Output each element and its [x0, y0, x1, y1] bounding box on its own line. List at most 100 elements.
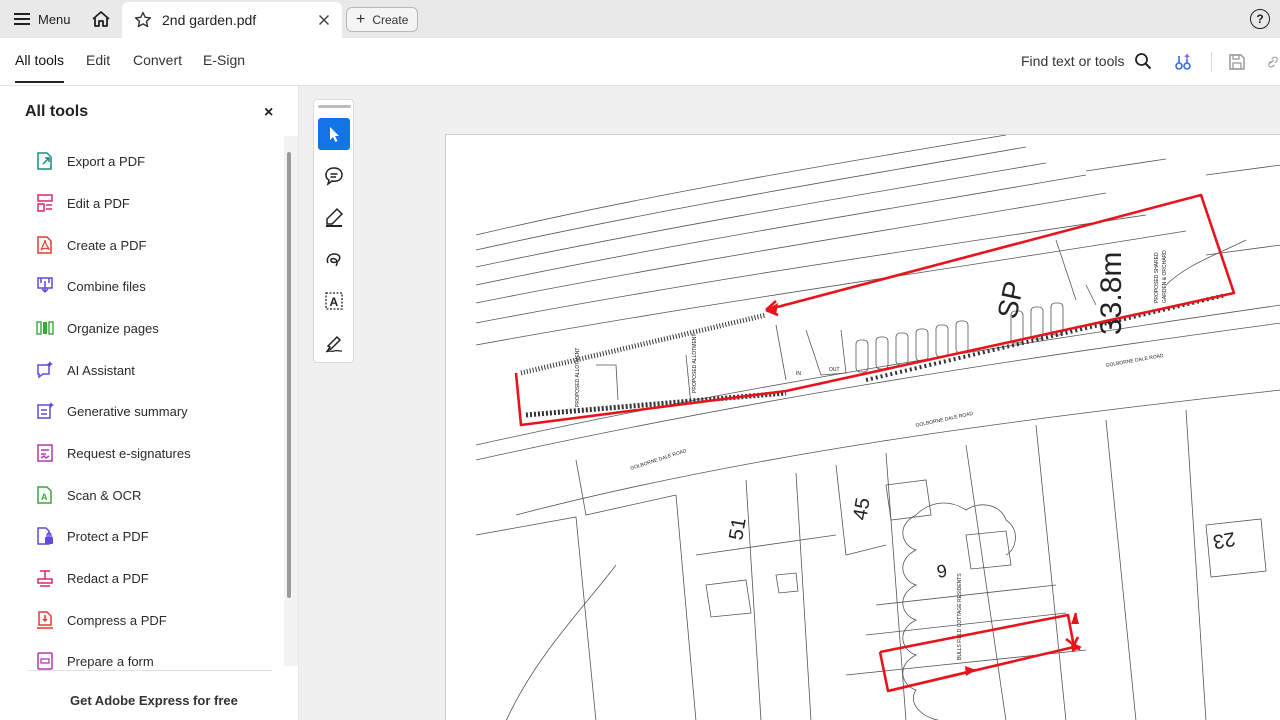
share-link-icon[interactable] [1266, 50, 1280, 74]
get-adobe-express-link[interactable]: Get Adobe Express for free [70, 693, 238, 708]
svg-text:A: A [41, 492, 48, 502]
label-plot-51: 51 [725, 516, 751, 542]
second-garden-annotation [878, 613, 1076, 693]
label-out: OUT [829, 367, 840, 373]
tool-edit-pdf[interactable]: Edit a PDF [36, 191, 130, 215]
text-box-icon: A [325, 292, 343, 310]
document-tab-title: 2nd garden.pdf [162, 12, 257, 28]
save-icon[interactable] [1225, 50, 1249, 74]
sign-icon [325, 335, 343, 353]
tool-label: Generative summary [67, 403, 188, 419]
label-in: IN [796, 371, 801, 377]
document-tab[interactable]: 2nd garden.pdf [122, 2, 342, 38]
tab-convert[interactable]: Convert [133, 52, 182, 68]
tab-bar: Menu 2nd garden.pdf + Create ? [0, 0, 1280, 38]
tool-organize-pages[interactable]: Organize pages [36, 316, 159, 340]
create-button[interactable]: + Create [346, 7, 419, 32]
tool-generative-summary[interactable]: Generative summary [36, 399, 188, 423]
find-text-or-tools[interactable]: Find text or tools [1021, 52, 1152, 70]
tab-edit[interactable]: Edit [86, 52, 110, 68]
home-button[interactable] [83, 0, 119, 38]
select-tool-button[interactable] [318, 118, 350, 150]
panel-divider [28, 670, 272, 671]
panel-title: All tools [25, 103, 89, 120]
label-sp: SP [992, 278, 1030, 321]
draw-icon [326, 253, 341, 267]
tool-label: Protect a PDF [67, 528, 149, 544]
site-plan-drawing: SP 33.8m 51 45 9 23 GOLBORNE DALE ROAD G… [475, 135, 1280, 720]
request-esignatures-icon [36, 443, 54, 463]
tool-redact-pdf[interactable]: Redact a PDF [36, 566, 149, 590]
comment-icon [325, 167, 343, 186]
hamburger-icon [14, 13, 30, 25]
tool-create-pdf[interactable]: Create a PDF [36, 233, 146, 257]
label-road-3: GOLBORNE DALE ROAD [1105, 353, 1164, 369]
tab-e-sign[interactable]: E-Sign [203, 52, 245, 68]
pdf-page[interactable]: SP 33.8m 51 45 9 23 GOLBORNE DALE ROAD G… [445, 134, 1280, 720]
tool-label: Create a PDF [67, 237, 147, 253]
quick-tools-grip[interactable] [318, 105, 351, 108]
tool-label: Prepare a form [67, 653, 154, 669]
tool-label: Organize pages [67, 320, 159, 336]
close-tab-icon[interactable] [318, 14, 330, 26]
search-icon [1134, 53, 1151, 70]
create-pdf-icon [36, 235, 54, 255]
compress-pdf-icon [36, 610, 54, 630]
comment-tool-button[interactable] [318, 160, 350, 192]
top-toolbar: All tools Edit Convert E-Sign Find text … [0, 38, 1280, 86]
highlight-tool-button[interactable] [318, 201, 350, 233]
tool-combine-files[interactable]: Combine files [36, 274, 146, 298]
tool-compress-pdf[interactable]: Compress a PDF [36, 608, 167, 632]
tab-all-tools[interactable]: All tools [15, 52, 65, 83]
organize-pages-icon [36, 318, 54, 338]
highlight-icon [326, 207, 344, 227]
menu-label: Menu [38, 11, 71, 27]
edit-pdf-icon [36, 193, 54, 213]
label-garden-orchard: GARDEN & ORCHARD [1162, 250, 1168, 303]
tool-label: AI Assistant [67, 362, 135, 378]
home-icon [91, 11, 110, 27]
tool-label: Edit a PDF [67, 195, 130, 211]
tool-protect-pdf[interactable]: Protect a PDF [36, 524, 149, 548]
tool-label: Compress a PDF [67, 612, 167, 628]
ai-assistant-icon [36, 360, 54, 380]
tool-label: Scan & OCR [67, 487, 142, 503]
tool-request-esignatures[interactable]: Request e-signatures [36, 441, 191, 465]
quick-tools-bar: A [313, 99, 354, 363]
label-bullsfield: BULLS FIELD COTTAGE RESIDENTS [957, 573, 963, 660]
label-plot-9: 9 [935, 561, 948, 582]
tool-label: Request e-signatures [67, 445, 191, 461]
draw-tool-button[interactable] [318, 243, 350, 275]
tool-scan-ocr[interactable]: A Scan & OCR [36, 483, 141, 507]
help-icon[interactable]: ? [1250, 9, 1270, 29]
find-label: Find text or tools [1021, 53, 1125, 69]
create-label: Create [372, 12, 409, 27]
tool-ai-assistant[interactable]: AI Assistant [36, 358, 135, 382]
prepare-form-icon [36, 651, 54, 671]
ai-tools-icon[interactable] [1171, 50, 1195, 74]
menu-button[interactable]: Menu [0, 0, 83, 38]
panel-scrollbar-thumb[interactable] [287, 152, 291, 598]
label-road-2: GOLBORNE DALE ROAD [915, 411, 974, 429]
select-icon [330, 127, 339, 142]
scan-ocr-icon: A [36, 485, 54, 505]
plus-icon: + [356, 10, 366, 28]
generative-summary-icon [36, 401, 54, 421]
all-tools-panel: All tools × Export a PDF Edit a PDF Crea… [0, 86, 299, 720]
export-pdf-icon [36, 151, 54, 171]
sign-tool-button[interactable] [318, 327, 350, 359]
protect-pdf-icon [36, 526, 54, 546]
label-plot-23: 23 [1211, 527, 1237, 553]
svg-text:A: A [330, 295, 339, 309]
label-proposed-shared: PROPOSED SHARED [1154, 252, 1160, 303]
tool-export-pdf[interactable]: Export a PDF [36, 149, 145, 173]
label-plot-45: 45 [849, 496, 875, 522]
label-allotment-1: PROPOSED ALLOTMENT [575, 348, 581, 407]
label-road-1: GOLBORNE DALE ROAD [630, 448, 688, 472]
tool-label: Combine files [67, 278, 146, 294]
text-box-tool-button[interactable]: A [318, 285, 350, 317]
star-icon[interactable] [134, 11, 152, 29]
redact-pdf-icon [36, 568, 54, 588]
tool-label: Redact a PDF [67, 570, 149, 586]
close-panel-icon[interactable]: × [264, 104, 273, 122]
